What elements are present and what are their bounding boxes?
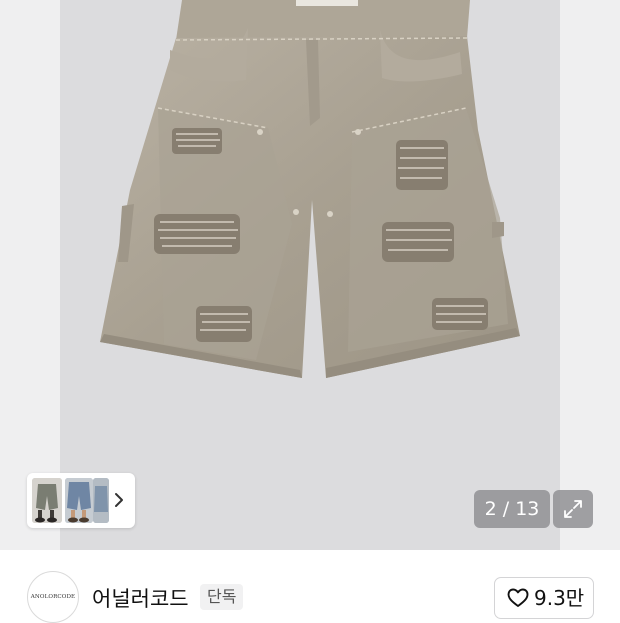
brand-logo[interactable]: ANOLORCODE — [27, 571, 79, 623]
heart-icon — [507, 588, 529, 607]
thumbnail-strip[interactable] — [27, 473, 135, 528]
image-counter: 2 / 13 — [474, 490, 550, 528]
expand-icon — [564, 500, 582, 518]
thumbnail-1[interactable] — [32, 478, 62, 523]
product-image-gallery[interactable]: 2 / 13 — [0, 0, 620, 550]
brand-logo-text: ANOLORCODE — [30, 594, 76, 600]
chevron-right-icon[interactable] — [109, 487, 129, 513]
brand-name[interactable]: 어널러코드 — [92, 583, 189, 613]
like-button[interactable]: 9.3만 — [494, 577, 594, 619]
thumbnail-3[interactable] — [93, 478, 109, 523]
like-count: 9.3만 — [534, 586, 585, 610]
exclusive-badge: 단독 — [200, 584, 244, 610]
thumbnail-2[interactable] — [65, 478, 93, 523]
product-photo — [100, 0, 520, 378]
fullscreen-button[interactable] — [553, 490, 593, 528]
